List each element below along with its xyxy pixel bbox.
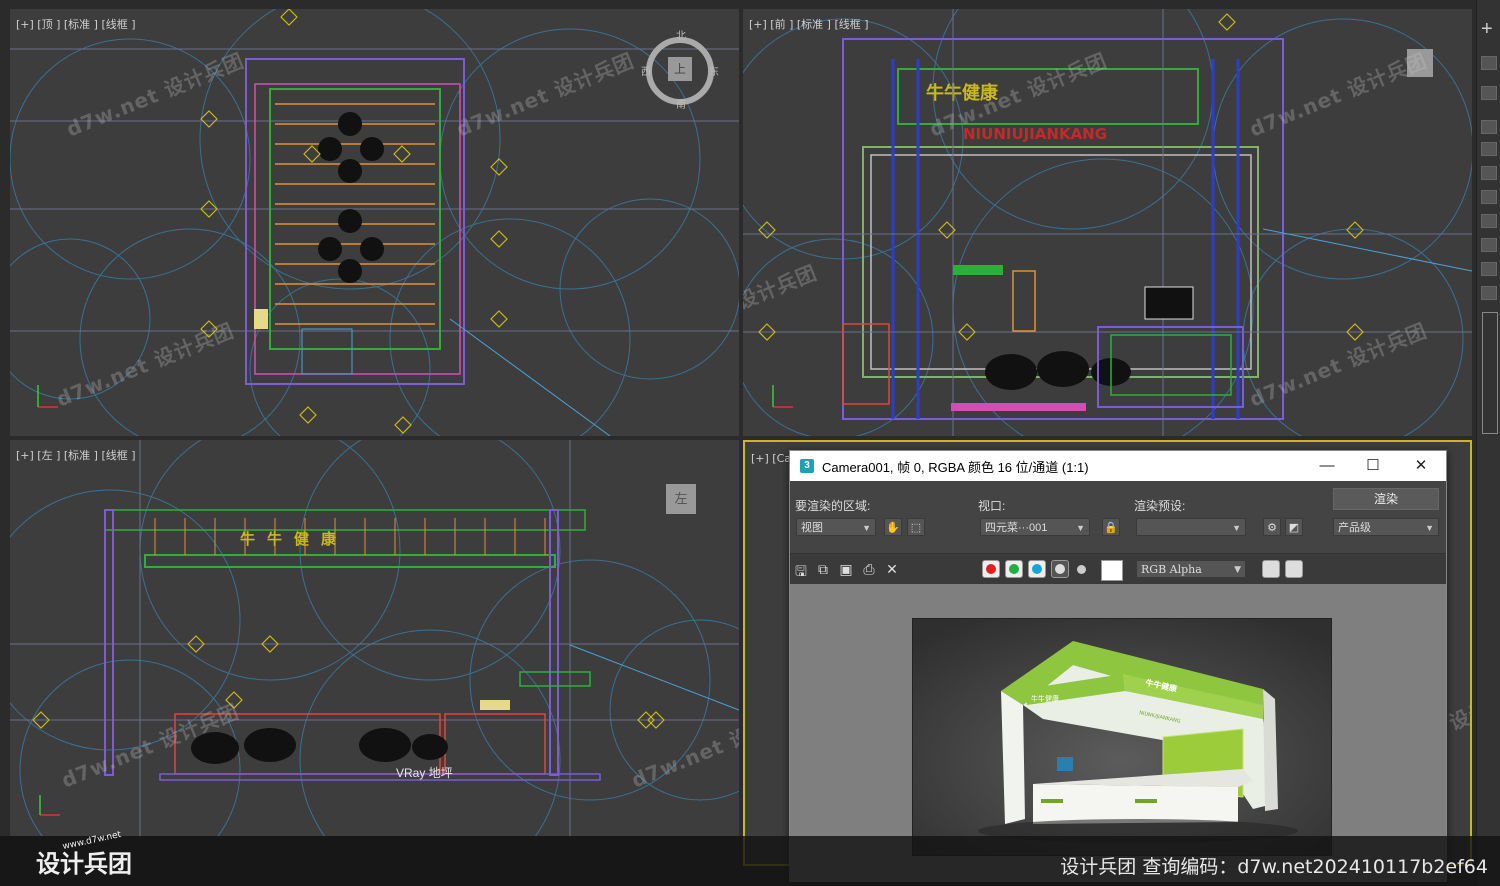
clear-icon[interactable]: ✕ <box>884 561 900 578</box>
auto-region-icon[interactable]: ⬚ <box>907 518 925 536</box>
viewport-front[interactable]: 牛牛健康 NIUNIUJIANKANG [+] [前 ] [标准 ] [线框 ]… <box>743 9 1472 436</box>
render-setup-icon[interactable]: ⚙ <box>1263 518 1281 536</box>
panel-tab-button[interactable] <box>1481 142 1497 156</box>
mono-icon[interactable] <box>1077 565 1086 574</box>
site-logo: www.d7w.net 设计兵团 <box>36 830 132 879</box>
blue-channel-toggle[interactable] <box>1028 560 1046 578</box>
toggle-ui-icon[interactable] <box>1285 560 1303 578</box>
toggle-ui-overlay-icon[interactable] <box>1262 560 1280 578</box>
rendered-booth-image: 牛牛健康 牛牛健康 NIUNIUJIANKANG <box>912 618 1332 856</box>
viewport-left[interactable]: [+] [左 ] [标准 ] [线框 ] 牛牛健康 VRay 地坪 左 d7w.… <box>10 440 739 836</box>
print-icon[interactable]: ⎙ <box>861 561 877 578</box>
preset-label: 渲染预设: <box>1134 499 1186 513</box>
panel-tab-button[interactable] <box>1481 120 1497 134</box>
command-panel: + <box>1476 0 1500 886</box>
viewport-front-label[interactable]: [+] [前 ] [标准 ] [线框 ] <box>749 16 869 32</box>
compass-west: 西 <box>641 67 651 78</box>
left-view-wireframe <box>10 440 739 836</box>
viewport-label: 视口: <box>978 499 1006 513</box>
footer-watermark-bar: www.d7w.net 设计兵团 设计兵团 查询编码：d7w.net202410… <box>0 830 1500 886</box>
booth-sign-wire: 牛牛健康 <box>926 82 999 104</box>
booth-sign-left-wire: 牛牛健康 <box>240 531 349 548</box>
panel-tab-button[interactable] <box>1481 190 1497 204</box>
create-icon[interactable]: + <box>1481 18 1493 41</box>
compass-south: 南 <box>676 100 686 111</box>
minimize-button[interactable]: — <box>1304 451 1350 481</box>
lock-icon[interactable]: 🔒 <box>1102 518 1120 536</box>
viewport-top[interactable]: [+] [顶 ] [标准 ] [线框 ] 上 北 南 东 西 d7w.net 设… <box>10 9 739 436</box>
edit-region-icon[interactable]: ✋ <box>884 518 902 536</box>
viewport-top-label[interactable]: [+] [顶 ] [标准 ] [线框 ] <box>16 16 136 32</box>
panel-tab-button[interactable] <box>1481 56 1497 70</box>
viewport-select[interactable]: 四元菜···001 ▼ <box>980 518 1090 536</box>
3dsmax-icon: 3 <box>800 459 814 473</box>
top-view-wireframe <box>10 9 739 436</box>
panel-tab-button[interactable] <box>1481 262 1497 276</box>
viewcube-left[interactable]: 左 <box>666 484 696 514</box>
environment-icon[interactable]: ◩ <box>1285 518 1303 536</box>
render-button[interactable]: 渲染 <box>1333 488 1439 510</box>
viewcube-front[interactable] <box>1407 49 1433 77</box>
maximize-button[interactable]: ☐ <box>1350 451 1396 481</box>
area-select[interactable]: 视图 ▼ <box>796 518 876 536</box>
panel-tab-button[interactable] <box>1481 214 1497 228</box>
render-sign-small: 牛牛健康 <box>1031 694 1059 703</box>
clone-icon[interactable]: ▣ <box>838 561 854 578</box>
panel-tab-button[interactable] <box>1481 286 1497 300</box>
viewcube-left-face: 左 <box>674 491 688 506</box>
viewcube[interactable]: 上 <box>646 37 714 105</box>
channel-display-select[interactable]: RGB Alpha ▼ <box>1136 560 1246 578</box>
compass-east: 东 <box>709 67 719 78</box>
viewport-camera-label[interactable]: [+] [Ca <box>751 452 791 465</box>
render-toolbar: 🖫 ⧉ ▣ ⎙ ✕ RGB Alpha ▼ <box>790 554 1446 585</box>
query-code-text: 设计兵团 查询编码：d7w.net202410117b2ef64 <box>1060 856 1488 878</box>
viewport-left-label[interactable]: [+] [左 ] [标准 ] [线框 ] <box>16 447 136 463</box>
render-frame-titlebar[interactable]: 3 Camera001, 帧 0, RGBA 颜色 16 位/通道 (1:1) … <box>790 451 1446 481</box>
panel-tab-button[interactable] <box>1481 86 1497 100</box>
render-frame-window[interactable]: 3 Camera001, 帧 0, RGBA 颜色 16 位/通道 (1:1) … <box>789 450 1447 882</box>
save-icon[interactable]: 🖫 <box>793 561 809 585</box>
vray-floor-label: VRay 地坪 <box>396 766 453 780</box>
red-channel-toggle[interactable] <box>982 560 1000 578</box>
area-label: 要渲染的区域: <box>795 499 871 513</box>
front-view-wireframe: 牛牛健康 NIUNIUJIANKANG <box>743 9 1472 436</box>
panel-tab-button[interactable] <box>1481 166 1497 180</box>
copy-icon[interactable]: ⧉ <box>815 561 831 578</box>
preset-select[interactable]: ▼ <box>1136 518 1246 536</box>
left-toolbar-strip <box>0 0 8 886</box>
green-channel-toggle[interactable] <box>1005 560 1023 578</box>
compass-north: 北 <box>676 31 686 42</box>
render-controls: 要渲染的区域: 视图 ▼ ✋ ⬚ 视口: 四元菜···001 ▼ 🔒 渲染预设: ▼… <box>790 481 1446 554</box>
alpha-channel-toggle[interactable] <box>1051 560 1069 578</box>
color-swatch[interactable] <box>1101 560 1123 581</box>
close-button[interactable]: ✕ <box>1398 451 1444 481</box>
booth-sign-latin-wire: NIUNIUJIANKANG <box>963 125 1107 143</box>
quality-select[interactable]: 产品级 ▼ <box>1333 518 1439 536</box>
panel-tab-button[interactable] <box>1481 238 1497 252</box>
viewcube-top-face[interactable]: 上 <box>668 57 692 81</box>
render-frame-title: Camera001, 帧 0, RGBA 颜色 16 位/通道 (1:1) <box>822 459 1089 475</box>
panel-scrollbar[interactable] <box>1482 312 1498 434</box>
logo-text: 设计兵团 <box>36 850 132 878</box>
